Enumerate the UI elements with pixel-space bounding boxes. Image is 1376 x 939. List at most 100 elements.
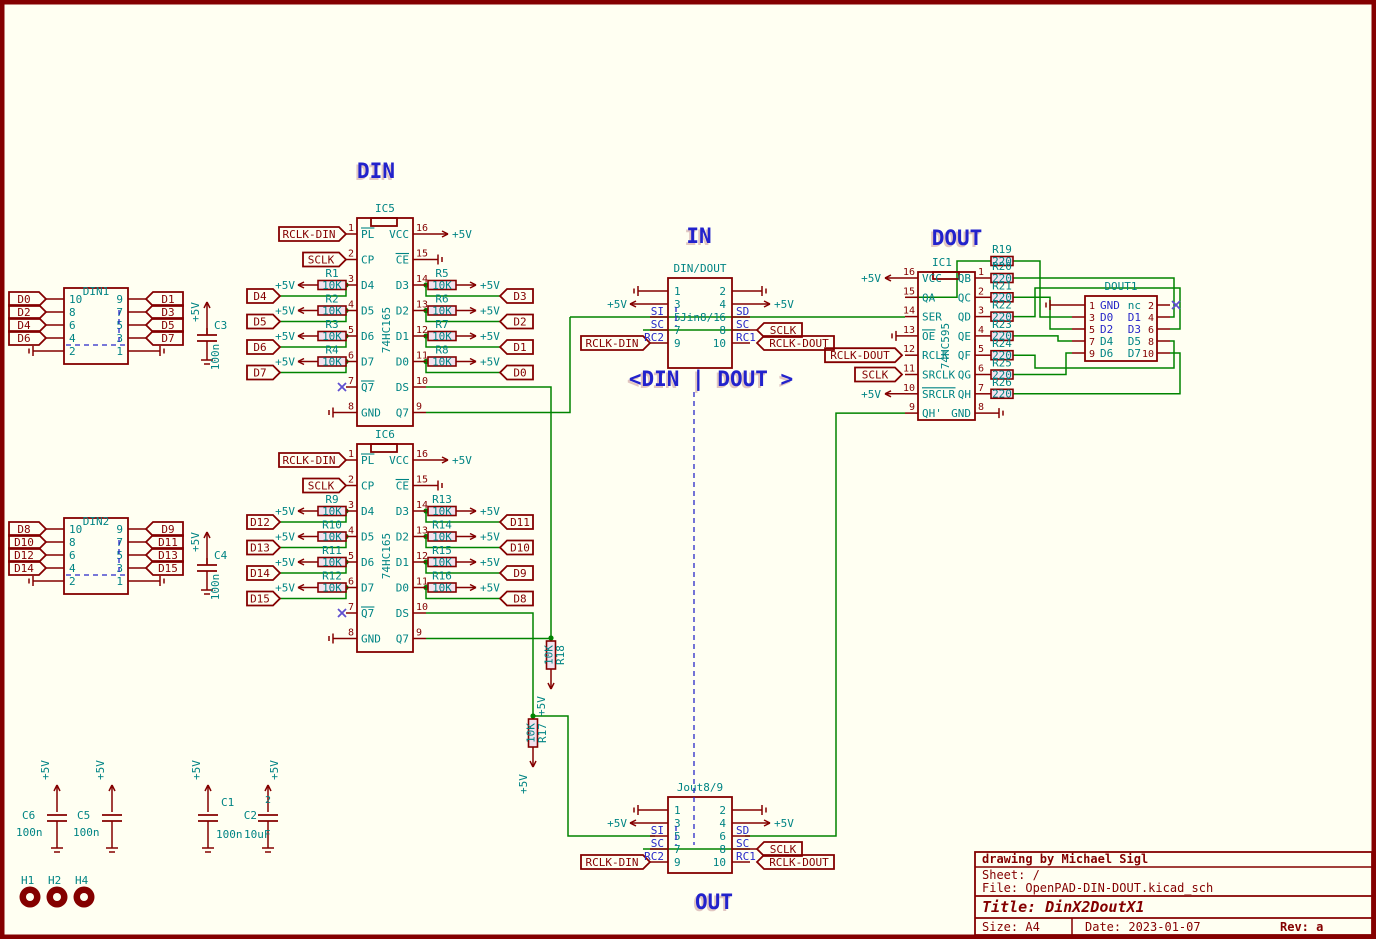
mounting-hole[interactable] [47, 887, 68, 908]
title-block-file: File: OpenPAD-DIN-DOUT.kicad_sch [982, 881, 1213, 895]
label: 14 [416, 500, 428, 511]
label: 3 [1089, 313, 1095, 324]
data-label[interactable]: D4 [9, 318, 46, 332]
data-label[interactable]: D3 [500, 289, 533, 303]
net-label: RC2 [644, 850, 664, 863]
data-label[interactable]: D2 [9, 305, 46, 319]
resistor-left[interactable]: R1210K [318, 570, 346, 595]
cap-value: 100n [73, 826, 100, 839]
global-label-text: D8 [513, 593, 526, 606]
label: OE [922, 330, 935, 343]
sclk-label[interactable]: SCLK [757, 842, 802, 856]
resistor-out[interactable]: R26220 [991, 376, 1013, 401]
resistor-left[interactable]: R1110K [318, 544, 346, 569]
label: 4 [719, 817, 726, 830]
resistor-right[interactable]: R1310K [428, 493, 456, 518]
rclk-din-label[interactable]: RCLK-DIN [581, 855, 650, 869]
label: 16 [903, 267, 915, 278]
rclk-dout-label[interactable]: RCLK-DOUT [825, 348, 902, 362]
data-label[interactable]: D8 [500, 592, 533, 606]
din1[interactable] [46, 288, 146, 364]
jout8[interactable] [650, 797, 750, 873]
label: D6 [1100, 347, 1113, 360]
label: 8 [69, 536, 76, 549]
rclk-din-label[interactable]: RCLK-DIN [279, 453, 346, 467]
resistor-r17[interactable]: 10KR17 [525, 719, 550, 747]
label: 10 [69, 293, 82, 306]
label: 5 [348, 551, 354, 562]
net-label: SD [736, 305, 749, 318]
label: 3 [348, 274, 354, 285]
resistor-right[interactable]: R1610K [428, 570, 456, 595]
resistor-left[interactable]: R110K [318, 267, 346, 292]
data-label[interactable]: D0 [500, 366, 533, 380]
dout1-ref: DOUT1 [1104, 280, 1137, 293]
data-label[interactable]: D11 [146, 535, 183, 549]
label: D7 [1128, 347, 1141, 360]
resistor-r18[interactable]: 10KR18 [543, 641, 568, 669]
data-label[interactable]: D12 [9, 548, 46, 562]
data-label[interactable]: D13 [146, 548, 183, 562]
data-label[interactable]: D3 [146, 305, 183, 319]
data-label[interactable]: D15 [146, 561, 183, 575]
label: VCC [922, 272, 942, 285]
data-label[interactable]: D6 [9, 331, 46, 345]
sclk-label[interactable]: SCLK [855, 368, 902, 382]
resistor-left[interactable]: R910K [318, 493, 346, 518]
label: D6 [361, 330, 374, 343]
data-label[interactable]: D9 [500, 566, 533, 580]
data-label[interactable]: D11 [500, 515, 533, 529]
data-label[interactable]: D5 [146, 318, 183, 332]
data-label[interactable]: D10 [9, 535, 46, 549]
sclk-label[interactable]: SCLK [757, 323, 802, 337]
global-label-text: D4 [17, 319, 31, 332]
global-label-text: D6 [253, 341, 266, 354]
data-label[interactable]: D7 [146, 331, 183, 345]
label: DS [396, 381, 409, 394]
din2[interactable] [46, 518, 146, 594]
data-label[interactable]: D0 [9, 292, 46, 306]
label: 10 [1142, 349, 1154, 360]
label: 5 [674, 311, 681, 324]
resistor-right[interactable]: R1510K [428, 544, 456, 569]
global-label-text: SCLK [308, 480, 335, 493]
rclk-dout-label[interactable]: RCLK-DOUT [757, 855, 834, 869]
resistor-right[interactable]: R1410K [428, 519, 456, 544]
rclk-din-label[interactable]: RCLK-DIN [581, 336, 650, 350]
data-label[interactable]: D8 [9, 522, 46, 536]
label: QE [958, 330, 971, 343]
resistor-left[interactable]: R1010K [318, 519, 346, 544]
global-label-text: D5 [161, 319, 174, 332]
label: 15 [903, 286, 915, 297]
label: 8 [719, 843, 726, 856]
data-label[interactable]: D1 [146, 292, 183, 306]
label: 13 [416, 300, 428, 311]
label: 9 [116, 523, 123, 536]
label: D4 [361, 505, 375, 518]
label: 7 [348, 602, 354, 613]
net-wire [1013, 353, 1180, 394]
label: D3 [396, 505, 409, 518]
resistor-value: 10K [432, 304, 452, 317]
power-net-label: +5V [535, 696, 548, 716]
data-label[interactable]: D14 [9, 561, 46, 575]
mounting-hole[interactable] [74, 887, 95, 908]
rclk-din-label[interactable]: RCLK-DIN [279, 227, 346, 241]
dout1[interactable] [1072, 296, 1170, 361]
power-net-label: +5V [189, 302, 202, 322]
cap-ref: C4 [214, 549, 228, 562]
net-label: RC1 [736, 850, 756, 863]
label: GND [951, 407, 971, 420]
sclk-label[interactable]: SCLK [303, 479, 346, 493]
data-label[interactable]: D10 [500, 541, 533, 555]
resistor-right[interactable]: R510K [428, 267, 456, 292]
rclk-dout-label[interactable]: RCLK-DOUT [757, 336, 834, 350]
mounting-hole[interactable] [20, 887, 41, 908]
sclk-label[interactable]: SCLK [303, 253, 346, 267]
data-label[interactable]: D1 [500, 340, 533, 354]
data-label[interactable]: D2 [500, 315, 533, 329]
global-label-text: D0 [17, 293, 30, 306]
label: 7 [978, 383, 984, 394]
net-label: SC [651, 318, 664, 331]
data-label[interactable]: D9 [146, 522, 183, 536]
